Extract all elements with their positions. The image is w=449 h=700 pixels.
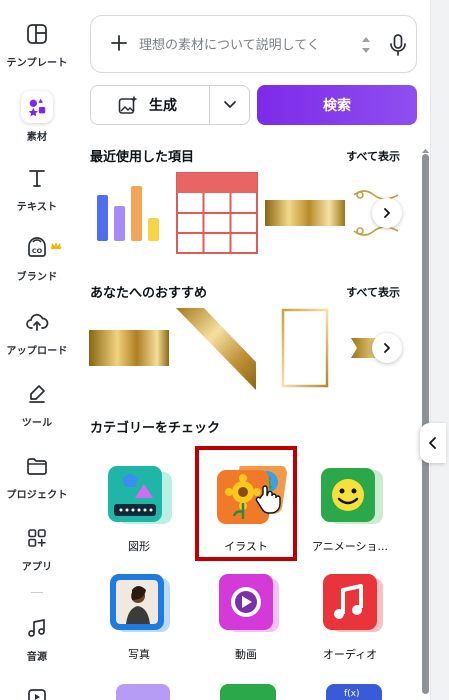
rail-item-text[interactable]: テキスト	[0, 166, 74, 213]
rail-item-templates[interactable]: テンプレート	[0, 22, 74, 69]
recommended-item-gold-frame[interactable]	[281, 308, 329, 388]
recent-item-table-graphic[interactable]	[176, 172, 258, 254]
recent-next-button[interactable]	[372, 198, 402, 228]
video-icon	[25, 688, 49, 700]
recommended-next-button[interactable]	[372, 333, 402, 363]
search-button[interactable]: 検索	[257, 85, 417, 125]
rail-item-apps[interactable]: アプリ	[0, 526, 74, 573]
recommended-section-title: あなたへのおすすめ	[90, 286, 208, 301]
rail-item-elements[interactable]: 素材	[0, 91, 74, 143]
recommended-item-gold-corner-ribbon[interactable]	[176, 308, 256, 390]
search-bar	[90, 15, 417, 73]
video-category-icon	[211, 574, 281, 636]
plus-icon[interactable]	[108, 32, 130, 54]
rail-divider	[31, 592, 43, 593]
recommended-see-all-link[interactable]: すべて表示	[346, 284, 400, 300]
rail-label-audio: 音源	[26, 652, 48, 663]
rail-item-upload[interactable]: アップロード	[0, 310, 74, 357]
music-icon	[25, 616, 49, 640]
collapse-panel-button[interactable]	[420, 423, 446, 463]
category-audio[interactable]: オーディオ	[298, 574, 402, 662]
chevron-left-icon	[428, 434, 438, 453]
apps-icon	[25, 526, 49, 550]
highlight-box	[195, 446, 297, 561]
category-label-audio: オーディオ	[322, 648, 378, 661]
category-videos[interactable]: 動画	[194, 574, 298, 662]
folder-icon	[25, 454, 49, 478]
rail-label-elements: 素材	[26, 132, 48, 143]
elements-panel: 生成 検索 最近使用した項目 すべて表示 あなた	[74, 0, 420, 700]
rail-label-apps: アプリ	[21, 562, 53, 573]
audio-category-icon	[315, 574, 385, 636]
rail-item-projects[interactable]: プロジェクト	[0, 454, 74, 501]
category-partial-1[interactable]	[116, 682, 170, 700]
scroll-up-icon[interactable]	[421, 140, 430, 153]
elements-panel-screen: テンプレート 素材 テキスト CO ブランド アップロード ツール プロジェクト…	[0, 0, 449, 700]
category-partial-2[interactable]	[220, 682, 276, 700]
microphone-icon[interactable]	[387, 32, 409, 58]
upload-icon	[25, 310, 49, 334]
rail-item-video-partial[interactable]	[0, 688, 74, 700]
category-animations[interactable]: アニメーショ...	[298, 466, 402, 554]
search-input[interactable]	[139, 32, 367, 58]
chevron-right-icon	[381, 339, 393, 358]
recent-see-all-link[interactable]: すべて表示	[346, 148, 400, 164]
rail-item-brand[interactable]: CO ブランド	[0, 236, 74, 283]
categories-section-title: カテゴリーをチェック	[90, 421, 221, 436]
recommended-item-gold-banner[interactable]	[89, 330, 169, 366]
rail-label-text: テキスト	[16, 202, 58, 213]
recent-item-bar-chart-graphic[interactable]	[92, 180, 168, 246]
rail-label-templates: テンプレート	[6, 58, 68, 69]
rail-label-brand: ブランド	[16, 272, 58, 283]
animation-category-icon	[315, 466, 385, 528]
rail-item-tools[interactable]: ツール	[0, 382, 74, 429]
generate-options-button[interactable]	[210, 86, 250, 124]
elements-icon	[21, 91, 53, 123]
chevron-down-icon	[223, 96, 237, 115]
generate-button[interactable]: 生成	[91, 86, 209, 124]
category-partial-3[interactable]: f(x)	[326, 682, 382, 700]
rail-label-tools: ツール	[21, 418, 53, 429]
side-rail: テンプレート 素材 テキスト CO ブランド アップロード ツール プロジェクト…	[0, 0, 74, 700]
category-label-videos: 動画	[235, 648, 257, 661]
ai-image-icon	[117, 94, 139, 116]
generate-label: 生成	[149, 98, 177, 114]
photo-category-icon	[104, 574, 174, 636]
brand-icon: CO	[25, 236, 49, 260]
shapes-category-icon	[104, 466, 174, 528]
svg-text:f(x): f(x)	[344, 689, 360, 699]
category-shapes[interactable]: 図形	[87, 466, 191, 554]
rail-label-projects: プロジェクト	[6, 490, 68, 501]
recent-item-gold-ribbon[interactable]	[265, 200, 345, 226]
rail-label-upload: アップロード	[6, 346, 68, 357]
category-photos[interactable]: 写真	[87, 574, 191, 662]
rail-item-audio[interactable]: 音源	[0, 616, 74, 663]
generate-split-button: 生成	[90, 85, 250, 125]
chevron-right-icon	[381, 204, 393, 223]
category-label-photos: 写真	[128, 648, 150, 661]
svg-text:CO: CO	[32, 247, 43, 255]
panel-scrollbar[interactable]	[421, 140, 430, 700]
category-label-animations: アニメーショ...	[311, 540, 389, 553]
canvas-edge	[430, 0, 449, 700]
category-label-shapes: 図形	[128, 540, 150, 553]
prompt-stepper-icon[interactable]	[359, 32, 373, 58]
recent-section-title: 最近使用した項目	[90, 150, 195, 165]
draw-tool-icon	[25, 382, 49, 406]
template-icon	[25, 22, 49, 46]
text-icon	[25, 166, 49, 190]
crown-icon	[50, 236, 62, 255]
